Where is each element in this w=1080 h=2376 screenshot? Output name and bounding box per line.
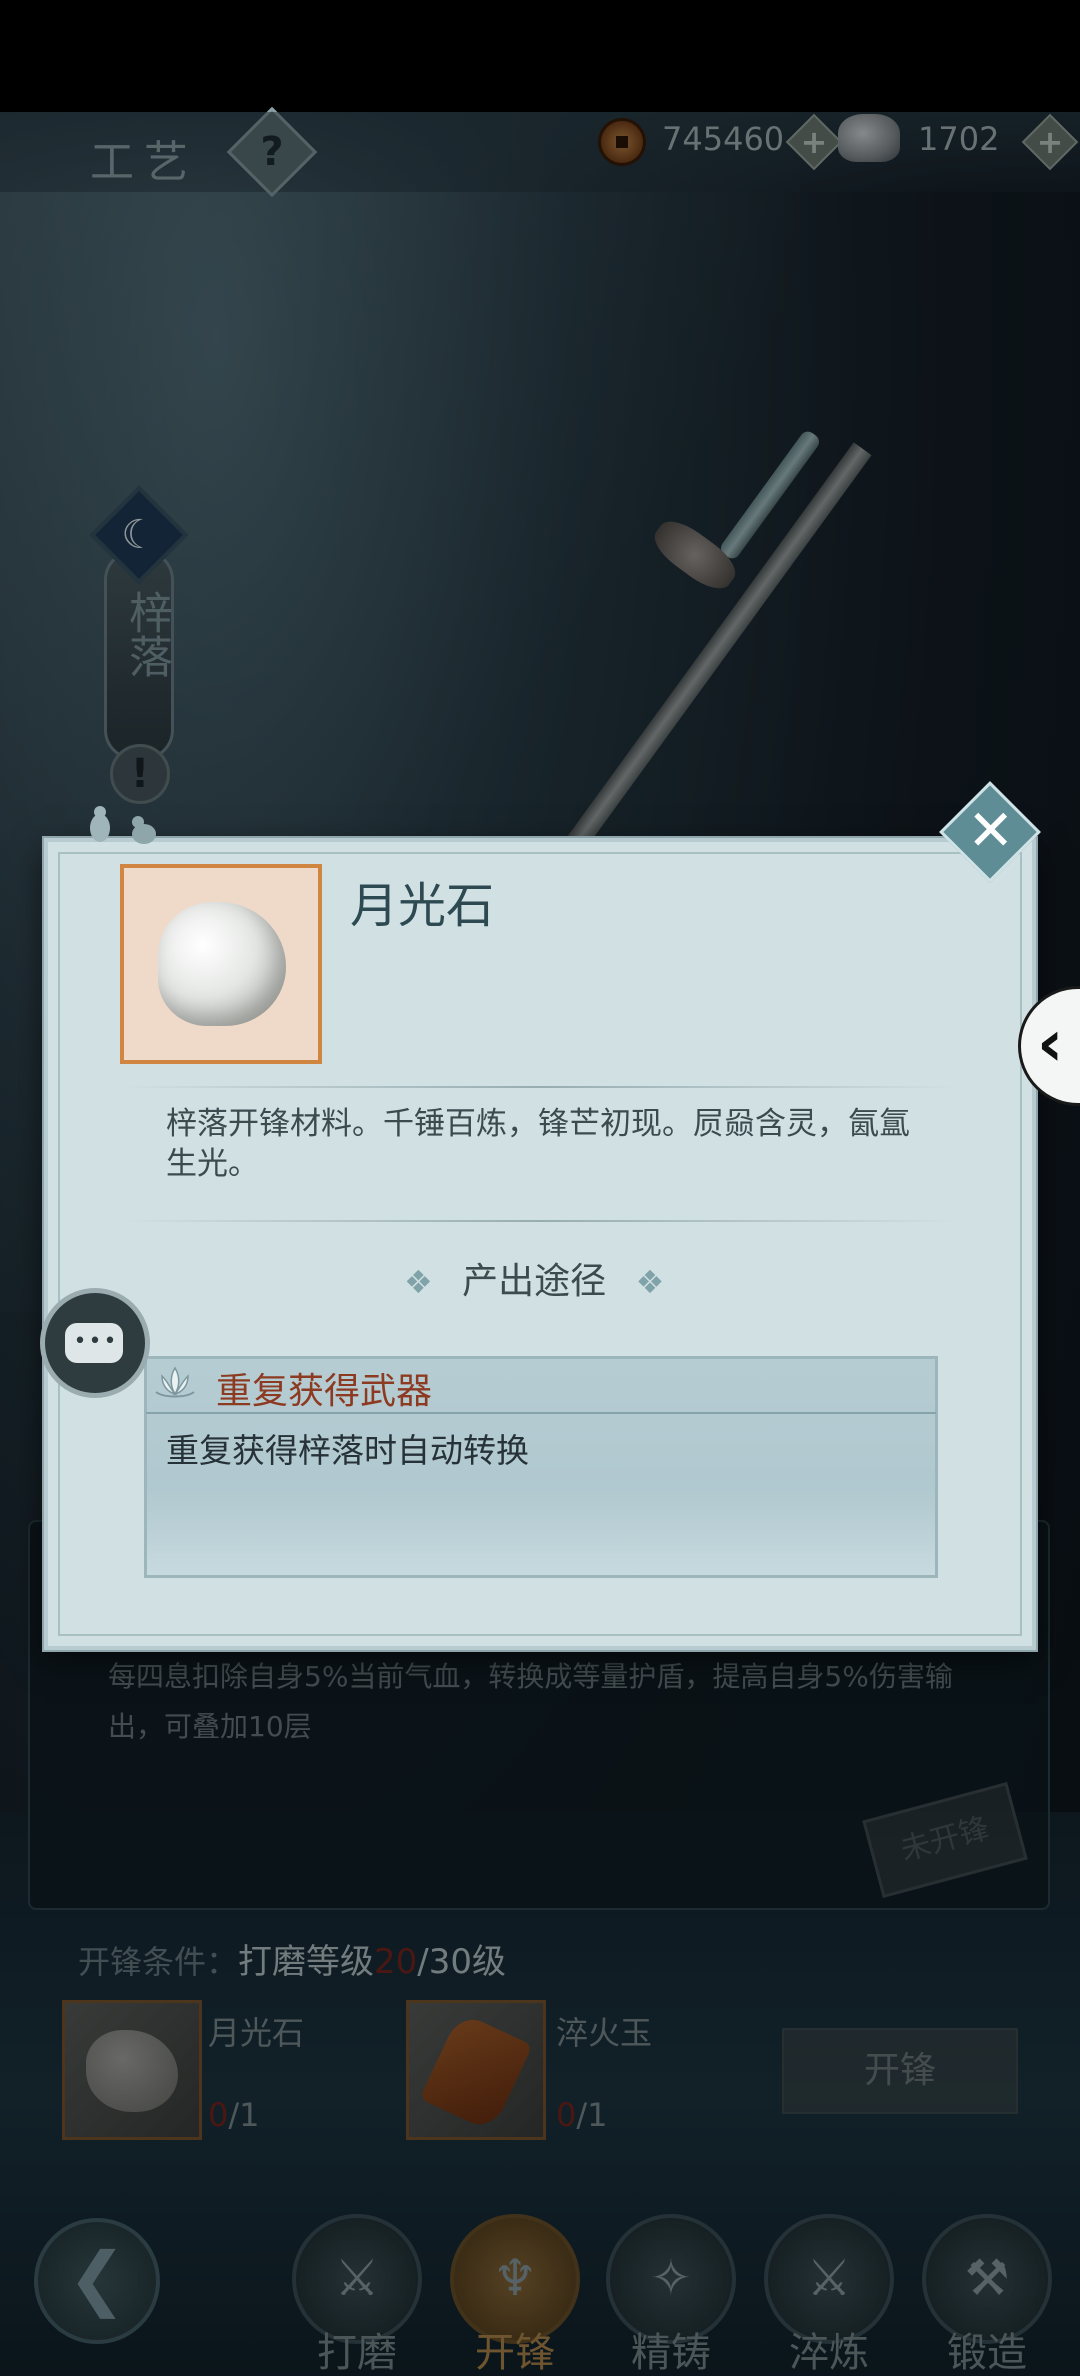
diamond-ornament-icon: ❖ <box>635 1263 665 1301</box>
birds-decoration-icon <box>90 806 156 844</box>
chevron-left-icon: ‹ <box>1037 1007 1064 1081</box>
close-icon: ✕ <box>967 798 1015 864</box>
moonstone-icon <box>158 902 286 1026</box>
item-description: 梓落开锋材料。千锤百炼，锋芒初现。屃赑含灵，氤氲生光。 <box>166 1106 910 1182</box>
source-section-title: ❖ 产出途径 ❖ <box>404 1261 665 1302</box>
source-card-description: 重复获得梓落时自动转换 <box>166 1431 529 1470</box>
source-card-title: 重复获得武器 <box>216 1371 433 1412</box>
divider <box>120 1220 960 1222</box>
divider <box>120 1086 960 1088</box>
item-name: 月光石 <box>350 878 495 934</box>
status-bar <box>0 0 1080 112</box>
diamond-ornament-icon: ❖ <box>404 1263 433 1301</box>
chat-button[interactable]: ••• <box>40 1288 150 1398</box>
lotus-icon <box>155 1366 195 1398</box>
